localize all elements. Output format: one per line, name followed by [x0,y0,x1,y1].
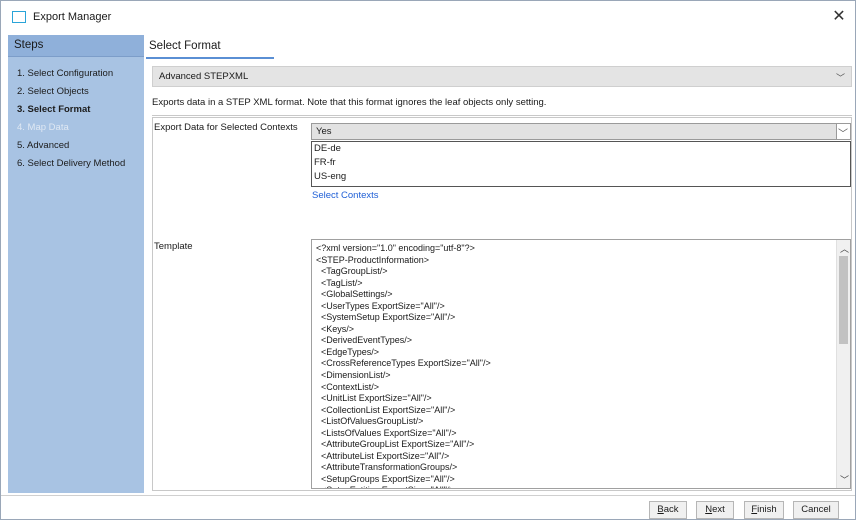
finish-label-rest: inish [757,504,777,515]
contexts-label: Export Data for Selected Contexts [154,122,298,133]
template-line: <STEP-ProductInformation> [316,254,430,265]
template-line: <AttributeTransformationGroups/> [316,462,458,473]
title-bar: Export Manager ✕ [1,1,855,33]
steps-sidebar: Steps 1. Select Configuration 2. Select … [8,35,144,493]
template-label: Template [154,241,193,252]
template-scrollbar[interactable]: ︿ ﹀ [836,240,850,488]
chevron-down-icon: ﹀ [838,129,848,140]
context-item[interactable]: US-eng [312,170,850,184]
window-app-icon [12,11,26,23]
finish-button[interactable]: Finish [744,501,784,519]
template-line: <ListsOfValues ExportSize="All"/> [316,427,457,438]
steps-header: Steps [8,35,144,57]
template-line: <GlobalSettings/> [316,289,393,300]
scroll-down-icon[interactable]: ﹀ [840,473,849,486]
footer-divider [1,495,855,496]
contexts-list: DE-de FR-fr US-eng [311,141,851,187]
template-line: <TagGroupList/> [316,266,388,277]
context-item[interactable]: FR-fr [312,156,850,170]
template-line: <CollectionList ExportSize="All"/> [316,404,456,415]
close-icon[interactable]: ✕ [829,7,849,27]
cancel-button[interactable]: Cancel [793,501,839,519]
step-advanced[interactable]: 5. Advanced [17,139,125,157]
template-line: <Keys/> [316,323,355,334]
scrollbar-thumb[interactable] [839,256,848,344]
template-line: <ListOfValuesGroupList/> [316,416,424,427]
template-line: <AttributeGroupList ExportSize="All"/> [316,439,475,450]
template-line: <ContextList/> [316,381,380,392]
template-line: <UserTypes ExportSize="All"/> [316,300,445,311]
template-content: <?xml version="1.0" encoding="utf-8"?> <S… [316,243,491,488]
format-dropdown-value: Advanced STEPXML [159,71,249,82]
template-line: <AttributeList ExportSize="All"/> [316,450,450,461]
step-select-objects[interactable]: 2. Select Objects [17,85,125,103]
template-line: <?xml version="1.0" encoding="utf-8"?> [316,243,475,253]
format-settings-panel: Export Data for Selected Contexts Yes ﹀ … [152,117,852,491]
steps-list: 1. Select Configuration 2. Select Object… [17,67,125,175]
scroll-up-icon[interactable]: ︿ [840,242,849,255]
back-button[interactable]: Back [649,501,687,519]
contexts-dropdown[interactable]: Yes [311,123,837,140]
steps-header-label: Steps [14,39,44,51]
select-contexts-link[interactable]: Select Contexts [312,190,379,201]
step-select-delivery-method[interactable]: 6. Select Delivery Method [17,157,125,175]
template-line: <UnitList ExportSize="All"/> [316,393,432,404]
back-label-rest: ack [663,504,679,515]
chevron-down-icon: ﹀ [835,73,845,83]
page-title-underline [146,57,274,59]
main-panel: Select Format Advanced STEPXML ﹀ Exports… [146,35,854,493]
template-line: <SetupGroups ExportSize="All"/> [316,473,455,484]
next-button[interactable]: Next [696,501,734,519]
window-title: Export Manager [33,11,112,23]
template-textarea[interactable]: <?xml version="1.0" encoding="utf-8"?> <S… [311,239,851,489]
contexts-dropdown-button[interactable]: ﹀ [837,123,851,140]
template-line: <TagList/> [316,277,363,288]
context-item[interactable]: DE-de [312,142,850,156]
template-line: <SetupEntities ExportSize="All"/> [316,485,491,488]
page-title: Select Format [149,40,221,52]
divider [152,115,852,116]
template-line: <SystemSetup ExportSize="All"/> [316,312,456,323]
step-select-configuration[interactable]: 1. Select Configuration [17,67,125,85]
template-line: <DimensionList/> [316,370,391,381]
template-line: <CrossReferenceTypes ExportSize="All"/> [316,358,491,369]
template-line: <DerivedEventTypes/> [316,335,413,346]
export-manager-window: Export Manager ✕ Steps 1. Select Configu… [0,0,856,520]
step-select-format[interactable]: 3. Select Format [17,103,125,121]
template-line: <EdgeTypes/> [316,346,380,357]
format-description: Exports data in a STEP XML format. Note … [152,97,547,108]
next-label-rest: ext [712,504,725,515]
contexts-dropdown-value: Yes [316,126,332,137]
format-dropdown[interactable]: Advanced STEPXML ﹀ [152,66,852,87]
step-map-data: 4. Map Data [17,122,69,133]
